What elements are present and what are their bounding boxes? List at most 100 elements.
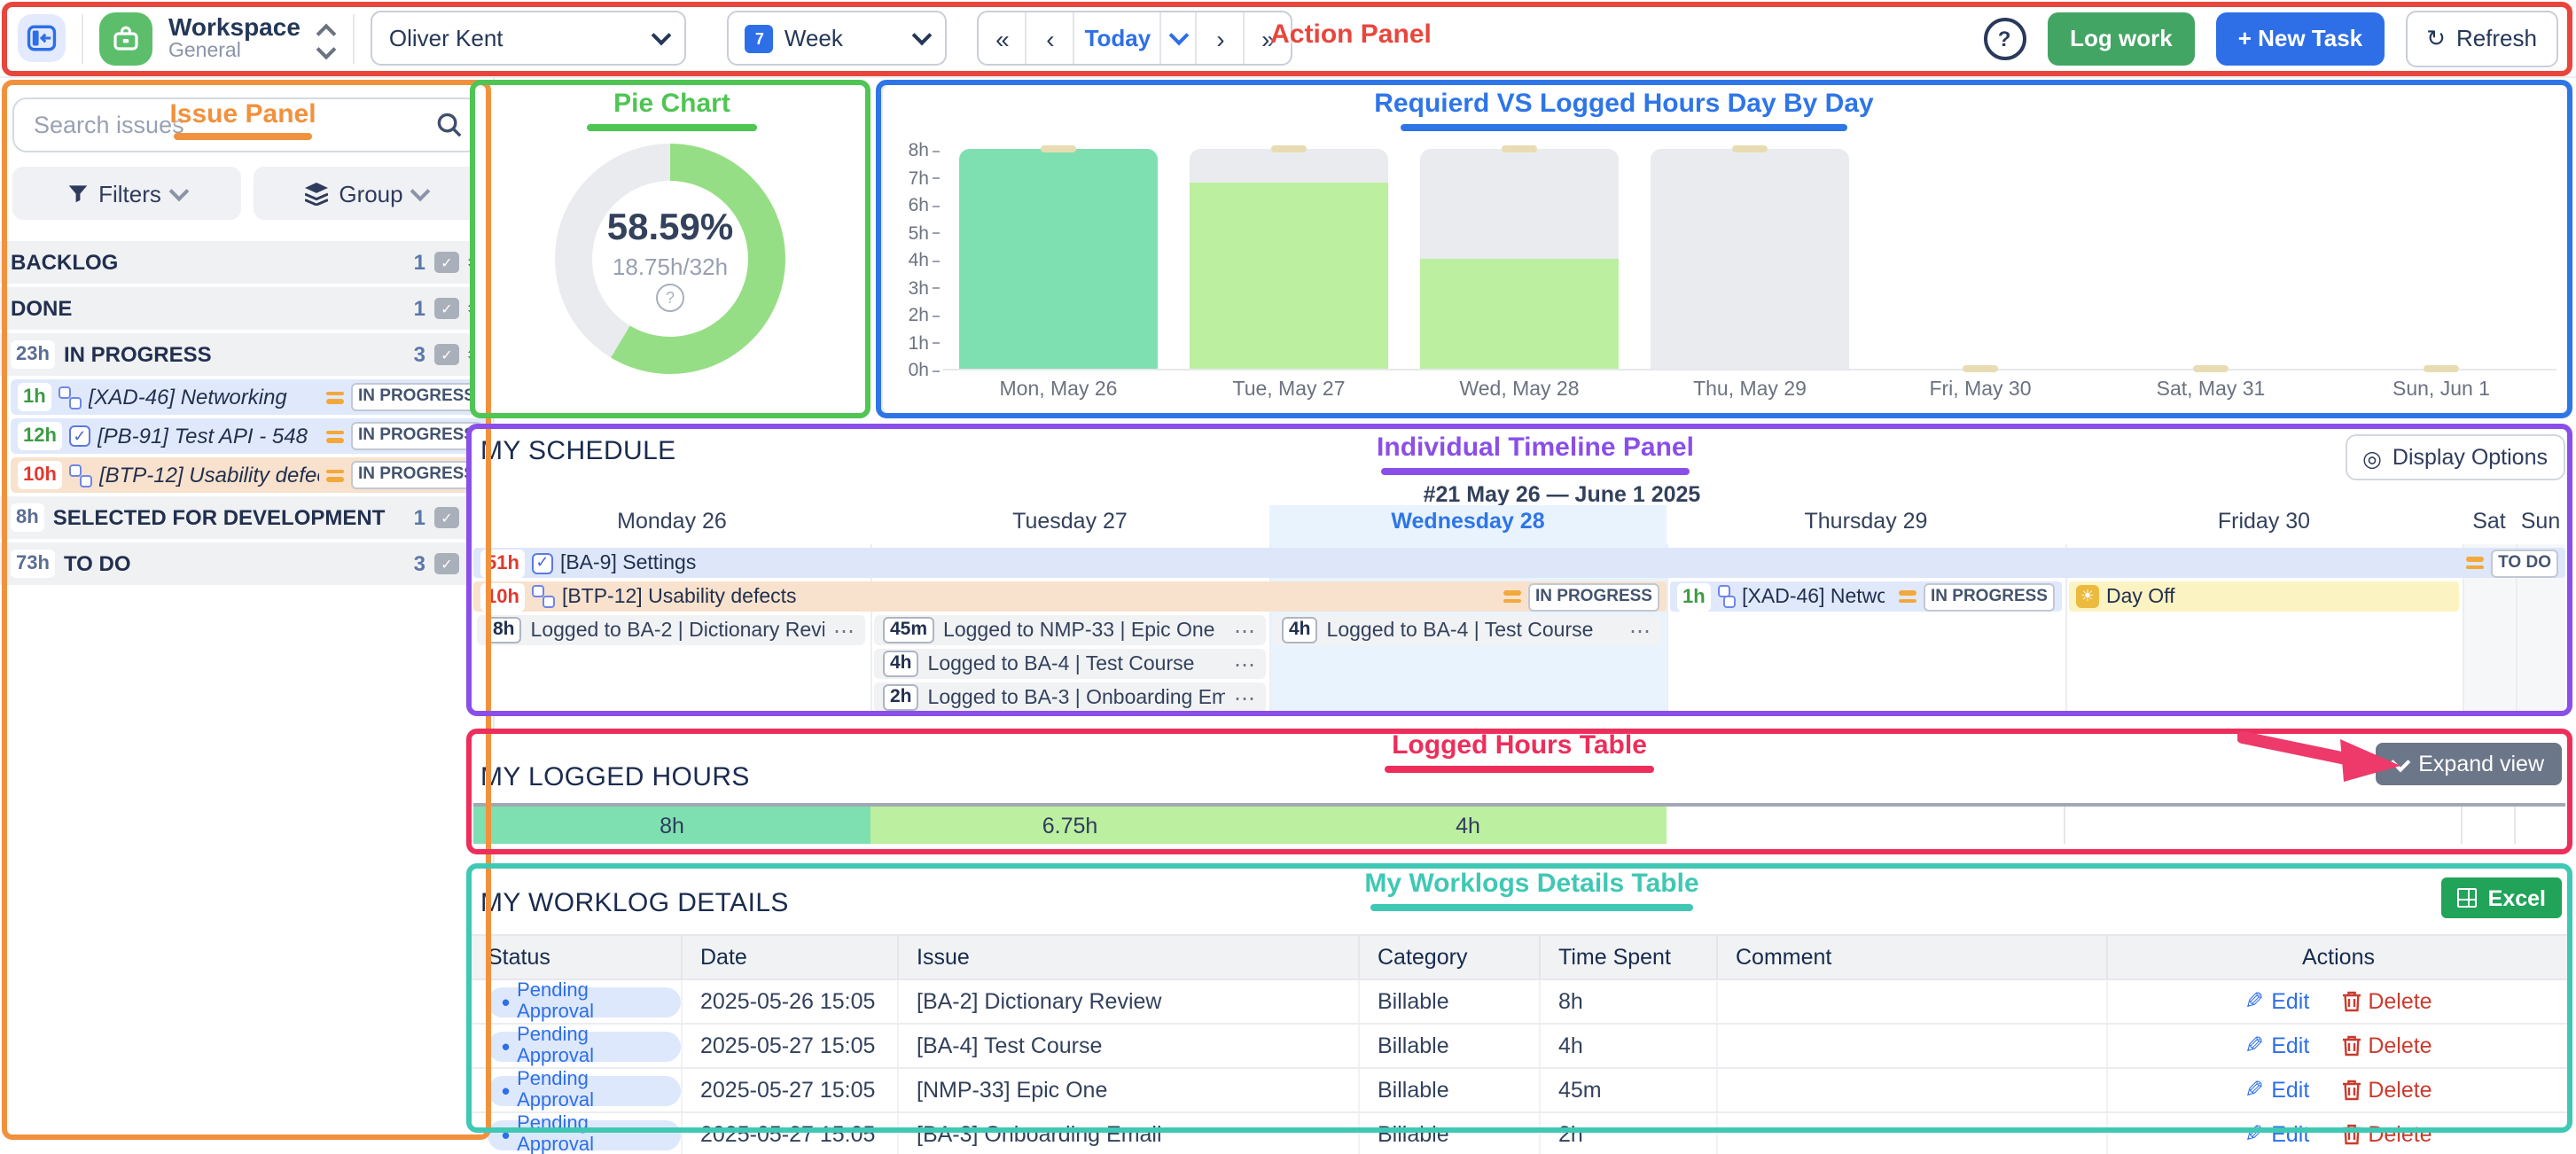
cell-category: Billable [1360,1069,1541,1111]
delete-button[interactable]: Delete [2341,1078,2432,1103]
more-icon[interactable]: ⋯ [833,618,856,643]
worklog-card-tuesday-3[interactable]: 2h Logged to BA-3 | Onboarding Email ⋯ [874,682,1266,713]
table-row: •Pending Approval 2025-05-26 15:05 [BA-2… [470,980,2569,1025]
worklog-details-panel: MY WORKLOG DETAILS Excel Status Date Iss… [470,867,2569,1154]
pencil-icon: ✎ [2244,1032,2264,1060]
new-task-button[interactable]: + New Task [2217,12,2384,65]
issue-title: [BTP-12] Usability defects [562,586,797,607]
period-select-value: Week [785,25,843,51]
logged-hours-bar [1190,183,1388,369]
issue-hours: 12h [18,422,62,450]
calendar-icon[interactable]: ✓ [434,507,459,528]
status-pill: •Pending Approval [488,1031,681,1061]
subtask-icon [59,386,82,409]
worklog-time: 45m [883,617,934,643]
issue-hours: 10h [480,582,525,611]
period-select[interactable]: 7 Week [728,11,948,66]
today-button[interactable]: Today [1075,12,1162,64]
bar-column [2096,149,2326,369]
prev-fast-button[interactable]: « [980,12,1027,64]
calendar-icon[interactable]: ✓ [434,553,459,574]
today-dropdown-icon[interactable] [1162,12,1198,64]
topbar-actions: ? Log work + New Task ↻ Refresh [1983,10,2558,66]
calendar-icon[interactable]: ✓ [434,298,459,319]
workspace-switcher[interactable]: Workspace General [168,14,301,62]
filter-group-row: Filters Group [12,167,480,220]
worklog-card-tuesday-2[interactable]: 4h Logged to BA-4 | Test Course ⋯ [874,649,1266,679]
excel-export-button[interactable]: Excel [2442,877,2562,918]
help-icon[interactable]: ? [1983,17,2026,59]
schedule-bar-btp-12[interactable]: 10h [BTP-12] Usability defects IN PROGRE… [473,581,1667,612]
calendar-icon[interactable]: ✓ [434,252,459,273]
pencil-icon: ✎ [2244,1120,2264,1149]
delete-button[interactable]: Delete [2341,1033,2432,1058]
logged-hours-panel: MY LOGGED HOURS Expand view 8h 6.75h 4h [470,732,2569,851]
calendar-icon[interactable]: ✓ [434,344,459,365]
help-icon[interactable]: ? [656,283,684,311]
display-options-button[interactable]: ◎ Display Options [2345,434,2565,480]
bar-chart-xlabels: Mon, May 26Tue, May 27Wed, May 28Thu, Ma… [943,379,2556,401]
next-fast-button[interactable]: » [1245,12,1292,64]
more-icon[interactable]: ⋯ [1234,685,1257,710]
chevron-down-icon [410,181,431,201]
expand-view-button[interactable]: Expand view [2376,743,2562,785]
worklog-card-tuesday-1[interactable]: 45m Logged to NMP-33 | Epic One ⋯ [874,615,1266,645]
worklog-card-monday[interactable]: 8h Logged to BA-2 | Dictionary Review ⋯ [477,615,865,645]
edit-button[interactable]: ✎Edit [2244,1076,2309,1104]
next-button[interactable]: › [1198,12,1245,64]
priority-medium-icon [326,391,344,403]
issue-card-pb-91[interactable]: 12h ✓ [PB-91] Test API - 548 IN PROGRESS [11,418,489,454]
donut-center: 58.59% 18.75h/32h ? [592,181,748,337]
status-pill: •Pending Approval [488,1119,681,1150]
edit-button[interactable]: ✎Edit [2244,987,2309,1016]
day-off-card[interactable]: ☀ Day Off [2069,581,2459,612]
bar-column [1865,149,2096,369]
user-select[interactable]: Oliver Kent [371,11,687,66]
worklog-text: Logged to BA-4 | Test Course [928,653,1225,674]
delete-button[interactable]: Delete [2341,1122,2432,1147]
cell-date: 2025-05-26 15:05 [683,980,899,1023]
cell-comment [1718,1113,2108,1154]
y-tick-label: 7h [909,168,940,189]
edit-button[interactable]: ✎Edit [2244,1120,2309,1149]
log-work-button[interactable]: Log work [2047,12,2196,65]
day-header-thursday: Thursday 29 [1667,509,2065,541]
issue-hours: 1h [18,383,51,411]
group-hours: 73h [11,550,55,578]
cell-issue: [BA-2] Dictionary Review [899,980,1360,1023]
pencil-icon: ✎ [2244,1076,2264,1104]
group-row-in-progress[interactable]: 23h IN PROGRESS 3 ✓ [0,333,493,376]
schedule-bar-ba-9[interactable]: 51h ✓ [BA-9] Settings TO DO [473,548,2565,578]
refresh-icon: ↻ [2426,24,2446,52]
refresh-label: Refresh [2456,25,2537,51]
group-button[interactable]: Group [253,167,480,220]
group-row-to-do[interactable]: 73h TO DO 3 ✓ [0,542,493,585]
refresh-button[interactable]: ↻ Refresh [2405,10,2558,66]
layers-icon [305,182,328,205]
group-row-backlog[interactable]: BACKLOG 1 ✓ [0,241,493,284]
more-icon[interactable]: ⋯ [1234,618,1257,643]
group-count: 1 [414,296,425,321]
prev-button[interactable]: ‹ [1027,12,1075,64]
filters-button[interactable]: Filters [12,167,240,220]
user-select-value: Oliver Kent [389,25,503,51]
worklog-card-wednesday[interactable]: 4h Logged to BA-4 | Test Course ⋯ [1273,615,1661,645]
group-row-done[interactable]: DONE 1 ✓ [0,287,493,330]
edit-button[interactable]: ✎Edit [2244,1032,2309,1060]
group-row-selected-for-development[interactable]: 8h SELECTED FOR DEVELOPMENT 1 ✓ [0,496,493,539]
schedule-bar-xad-46[interactable]: 1h [XAD-46] Networking IN PROGRESS [1670,581,2062,612]
more-icon[interactable]: ⋯ [1629,618,1652,643]
issue-card-btp-12[interactable]: 10h [BTP-12] Usability defects IN PROGRE… [11,457,489,493]
delete-button[interactable]: Delete [2341,989,2432,1014]
more-icon[interactable]: ⋯ [1234,651,1257,676]
issue-card-xad-46[interactable]: 1h [XAD-46] Networking IN PROGRESS [11,379,489,415]
collapse-sidebar-icon[interactable] [18,14,66,62]
status-badge: IN PROGRESS [351,383,482,411]
logged-hours-title: MY LOGGED HOURS [480,762,750,792]
y-tick-label: 0h [909,360,940,381]
workspace-expander-icon[interactable] [316,20,338,56]
search-input[interactable] [30,110,436,140]
trash-icon [2341,1080,2361,1101]
worklog-text: Logged to NMP-33 | Epic One [943,620,1225,641]
worklog-text: Logged to BA-3 | Onboarding Email [928,687,1225,708]
